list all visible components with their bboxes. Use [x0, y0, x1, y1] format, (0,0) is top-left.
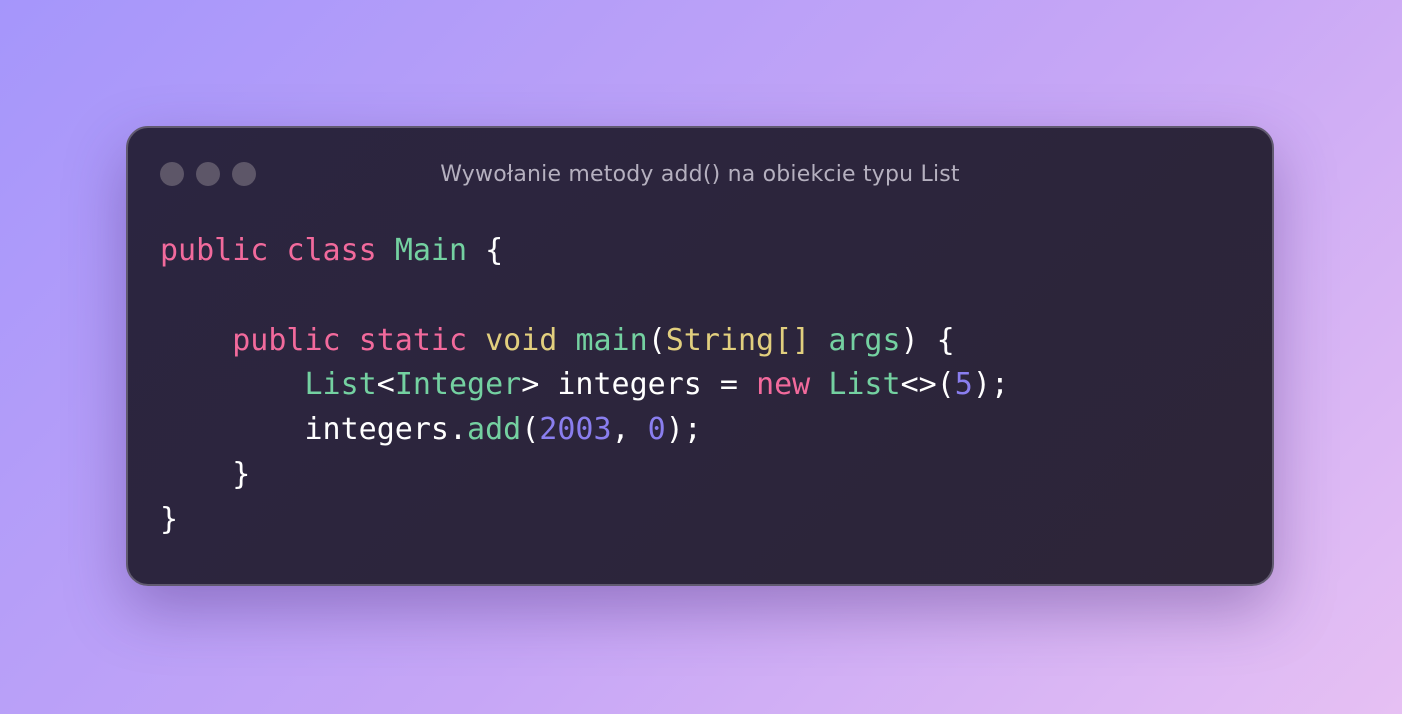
code-token: ); [665, 412, 702, 448]
code-token: > integers = [521, 367, 757, 403]
code-token: main [575, 322, 648, 358]
code-token: } [160, 456, 251, 492]
code-line: public static void main(String[] args) { [160, 319, 1009, 364]
code-token: { [467, 233, 504, 268]
code-token: <>( [900, 367, 955, 403]
code-token: < [376, 367, 395, 403]
code-token: void [485, 322, 558, 358]
code-window: Wywołanie metody add() na obiekcie typu … [126, 126, 1274, 586]
code-token: args [828, 322, 901, 358]
code-token: ); [972, 367, 1009, 403]
code-token: integers. [160, 412, 468, 448]
code-token: Integer [394, 367, 522, 403]
code-token: static [358, 322, 468, 358]
code-token: 2003 [539, 412, 612, 448]
code-token: String[] [665, 322, 811, 358]
code-token: } [160, 501, 179, 537]
code-token: new [756, 367, 811, 403]
code-token: ( [521, 412, 540, 448]
code-line: integers.add(2003, 0); [160, 408, 1009, 453]
code-token: ) { [900, 322, 955, 358]
code-token: public [232, 322, 341, 358]
code-line: List<Integer> integers = new List<>(5); [160, 363, 1009, 408]
code-token: 5 [954, 367, 973, 403]
window-titlebar: Wywołanie metody add() na obiekcie typu … [128, 128, 1272, 220]
window-title: Wywołanie metody add() na obiekcie typu … [440, 162, 960, 187]
code-token: 0 [647, 412, 666, 448]
code-token: , [611, 412, 648, 448]
code-token: public [160, 233, 269, 268]
code-token: Main [394, 233, 468, 268]
code-line: public class Main { [160, 229, 1009, 274]
code-token: class [286, 233, 377, 268]
code-line: } [160, 498, 1009, 543]
code-token: ( [647, 322, 666, 358]
code-line: } [160, 453, 1009, 498]
code-token: List [828, 367, 901, 403]
code-token: add [467, 412, 522, 448]
code-block: public class Main { public static void m… [160, 229, 1009, 543]
code-token: List [304, 367, 377, 403]
